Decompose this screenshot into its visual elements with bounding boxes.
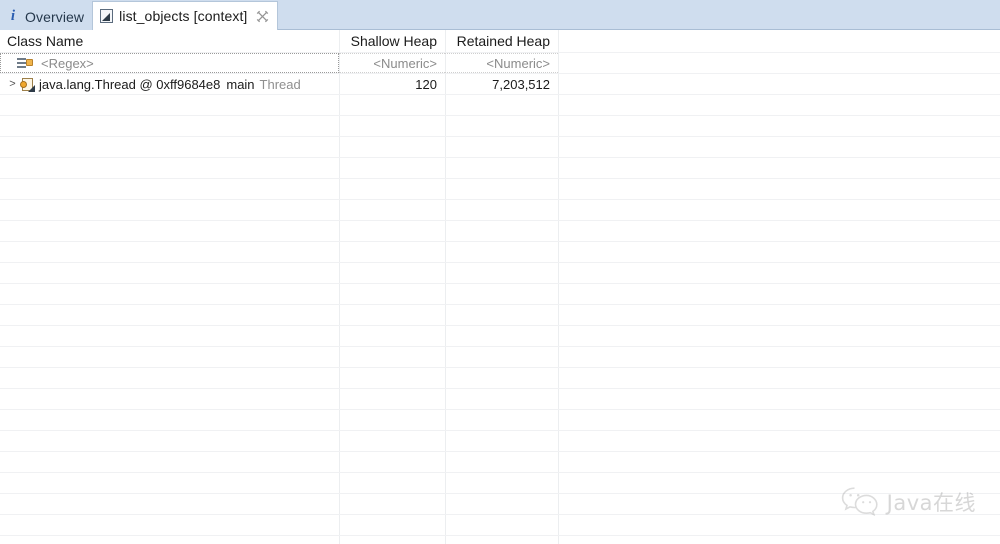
regex-filter-input[interactable]: <Regex> [0, 53, 339, 73]
tab-list-objects-label: list_objects [context] [119, 8, 248, 24]
regex-filter-placeholder: <Regex> [41, 55, 94, 71]
objects-table[interactable]: Class Name Shallow Heap Retained Heap <R… [0, 30, 1000, 544]
column-header-shallow-heap[interactable]: Shallow Heap [339, 33, 445, 49]
tab-list-objects[interactable]: list_objects [context] [92, 1, 279, 30]
tab-overview[interactable]: i Overview [0, 3, 93, 30]
table-header-row: Class Name Shallow Heap Retained Heap [0, 30, 1000, 52]
filter-icon [17, 56, 33, 70]
info-icon: i [10, 8, 16, 24]
table-row-retained-heap: 7,203,512 [492, 77, 550, 92]
table-filter-row[interactable]: <Regex> <Numeric> <Numeric> [0, 53, 1000, 73]
object-instance-label: main [226, 77, 255, 92]
table-row-class-name[interactable]: > java.lang.Thread @ 0xff9684e8 main Thr… [0, 77, 339, 92]
java-object-icon [20, 77, 35, 92]
expand-arrow-icon[interactable]: > [6, 79, 19, 90]
shallow-heap-filter-input[interactable]: <Numeric> [339, 53, 445, 73]
column-header-retained-heap[interactable]: Retained Heap [445, 33, 558, 49]
document-icon [100, 9, 114, 23]
retained-heap-filter-input[interactable]: <Numeric> [445, 53, 558, 73]
table-row-shallow-heap: 120 [415, 77, 437, 92]
column-header-class-name[interactable]: Class Name [0, 33, 339, 49]
object-class-label: java.lang.Thread @ 0xff9684e8 [39, 77, 221, 92]
table-row[interactable]: > java.lang.Thread @ 0xff9684e8 main Thr… [0, 74, 1000, 95]
tab-overview-label: Overview [25, 8, 85, 25]
editor-tab-bar: i Overview list_objects [context] [0, 0, 1000, 30]
table-gridlines [0, 30, 1000, 544]
object-type-label: Thread [259, 77, 301, 92]
close-icon[interactable] [256, 10, 269, 23]
